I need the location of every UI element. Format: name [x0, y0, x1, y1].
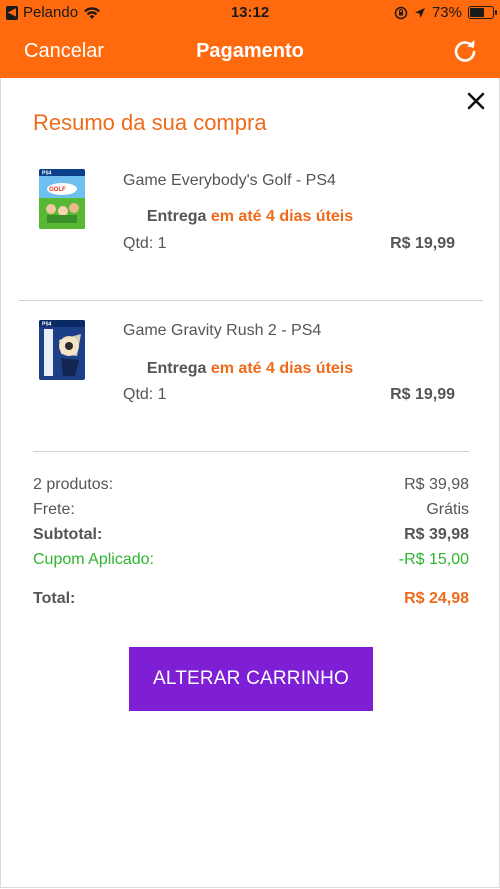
products-value: R$ 39,98 — [404, 476, 469, 493]
navigation-bar: Cancelar Pagamento — [0, 26, 500, 78]
delivery-highlight: em até 4 dias úteis — [210, 208, 354, 225]
close-icon[interactable] — [463, 88, 489, 114]
status-right: 73% — [394, 4, 497, 21]
delivery-estimate: Entrega em até 4 dias úteis — [1, 360, 499, 378]
subtotal-value: R$ 39,98 — [404, 526, 469, 543]
orientation-lock-icon — [394, 6, 408, 19]
delivery-estimate: Entrega em até 4 dias úteis — [1, 208, 499, 226]
shipping-row: Frete: Grátis — [33, 501, 469, 519]
shipping-value: Grátis — [426, 501, 469, 518]
products-label: 2 produtos: — [33, 476, 114, 493]
item-price: R$ 19,99 — [390, 386, 455, 403]
svg-text:PS4: PS4 — [42, 322, 52, 328]
item-quantity: Qtd: 1 — [123, 386, 167, 403]
delivery-highlight: em até 4 dias úteis — [210, 360, 354, 377]
item-quantity: Qtd: 1 — [123, 235, 167, 252]
purchase-summary-panel: Resumo da sua compra PS4 GOLF Game Every… — [0, 78, 500, 888]
item-price: R$ 19,99 — [390, 235, 455, 252]
item-divider — [19, 300, 483, 301]
delivery-prefix: Entrega — [146, 360, 207, 377]
product-name: Game Gravity Rush 2 - PS4 — [123, 322, 322, 339]
summary-title: Resumo da sua compra — [33, 110, 267, 135]
total-label: Total: — [33, 590, 76, 607]
product-name: Game Everybody's Golf - PS4 — [123, 172, 336, 189]
coupon-value: -R$ 15,00 — [398, 551, 469, 568]
battery-icon — [468, 6, 497, 19]
location-icon — [414, 7, 425, 18]
subtotal-label: Subtotal: — [33, 526, 103, 543]
shipping-label: Frete: — [33, 501, 75, 518]
page-title: Pagamento — [196, 40, 304, 62]
totals-divider — [33, 451, 469, 452]
svg-text:PS4: PS4 — [42, 171, 52, 177]
battery-fill — [470, 8, 484, 17]
coupon-row: Cupom Aplicado: -R$ 15,00 — [33, 551, 469, 569]
delivery-prefix: Entrega — [146, 208, 207, 225]
battery-percent: 73% — [431, 4, 462, 21]
alter-cart-button[interactable]: ALTERAR CARRINHO — [129, 647, 373, 711]
total-row: Total: R$ 24,98 — [33, 590, 469, 608]
total-value: R$ 24,98 — [404, 590, 469, 607]
subtotal-row: Subtotal: R$ 39,98 — [33, 526, 469, 544]
status-bar: ◀ Pelando 13:12 73% — [0, 0, 500, 26]
coupon-label: Cupom Aplicado: — [33, 551, 154, 568]
products-row: 2 produtos: R$ 39,98 — [33, 476, 469, 494]
refresh-icon[interactable] — [450, 36, 480, 66]
svg-text:GOLF: GOLF — [49, 187, 66, 193]
